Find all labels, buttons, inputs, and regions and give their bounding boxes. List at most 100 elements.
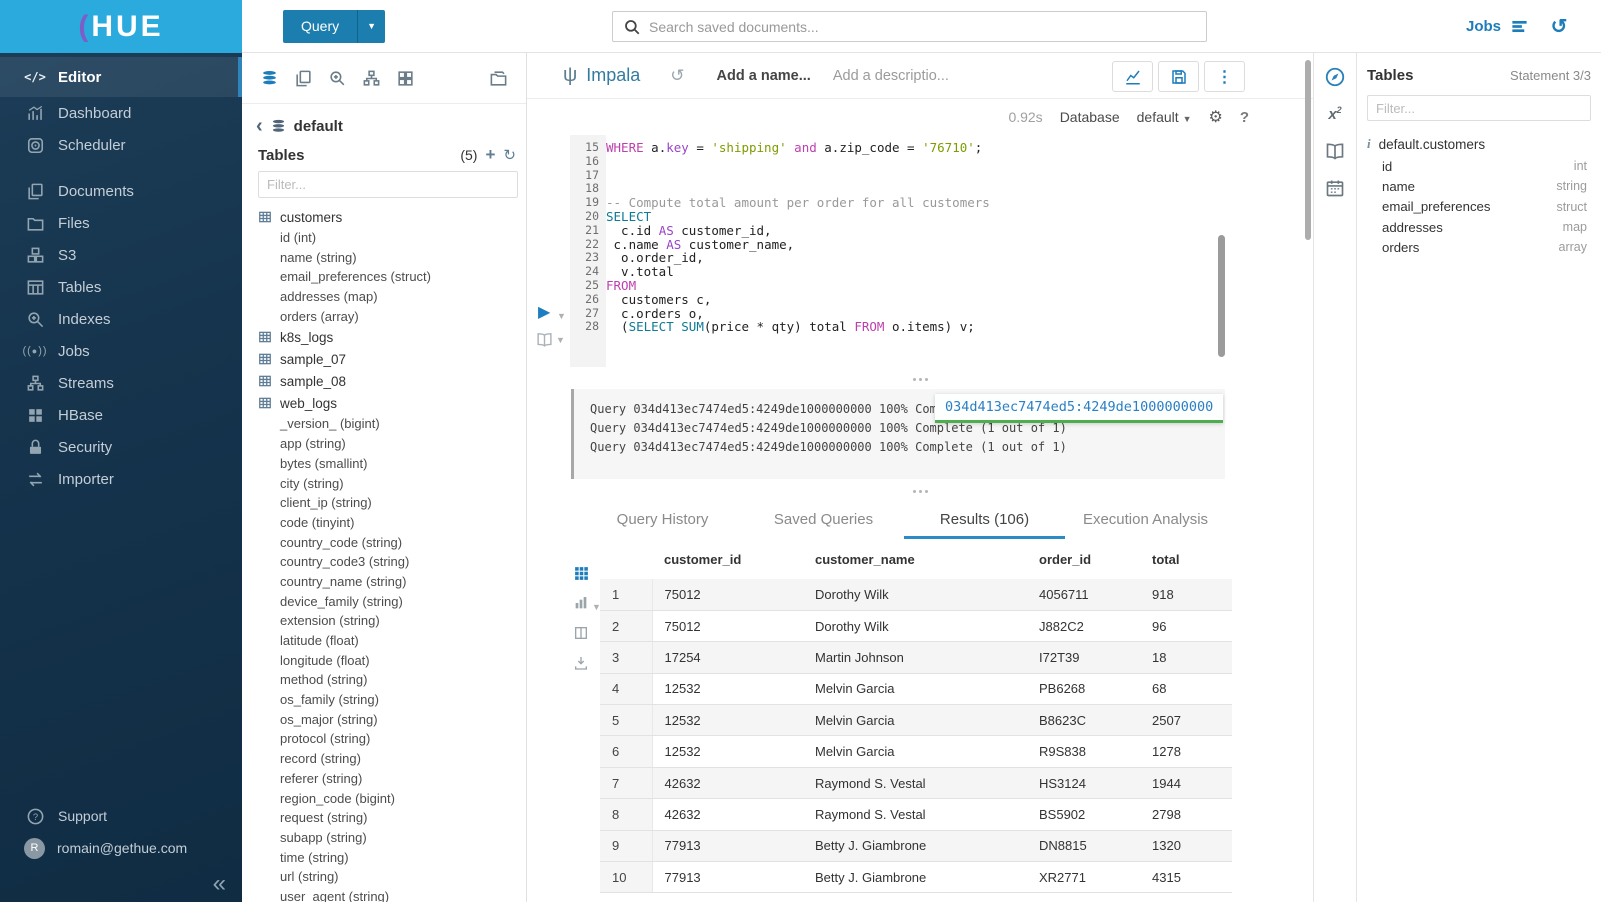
resize-handle[interactable] — [527, 481, 1313, 501]
assist-column[interactable]: longitude (float) — [258, 651, 522, 671]
docs-book-icon[interactable]: ▼ — [536, 331, 565, 348]
table-cell[interactable]: XR2771 — [1027, 862, 1140, 893]
query-id-popover[interactable]: 034d413ec7474ed5:4249de1000000000 — [935, 394, 1223, 423]
column-header-customer_id[interactable]: customer_id — [652, 539, 803, 579]
engine-selector[interactable]: ψ Impala — [563, 64, 640, 87]
table-cell[interactable]: R9S838 — [1027, 736, 1140, 767]
add-table-icon[interactable]: + — [485, 145, 495, 165]
table-cell[interactable]: 2798 — [1140, 799, 1232, 830]
table-cell[interactable]: Dorothy Wilk — [803, 579, 1027, 610]
sidebar-collapse-icon[interactable]: « — [213, 872, 226, 896]
assist-column[interactable]: url (string) — [258, 867, 522, 887]
assist-filter-input[interactable] — [258, 171, 518, 198]
tab-results-106-[interactable]: Results (106) — [904, 503, 1065, 539]
table-cell[interactable]: 77913 — [652, 862, 803, 893]
table-cell[interactable]: 4056711 — [1027, 579, 1140, 610]
sidebar-item-editor[interactable]: </>Editor — [0, 57, 242, 97]
assist-column[interactable]: addresses (map) — [258, 287, 522, 307]
column-header-order_id[interactable]: order_id — [1027, 539, 1140, 579]
sidebar-item-jobs[interactable]: ((●))Jobs — [0, 335, 242, 367]
assist-column[interactable]: subapp (string) — [258, 828, 522, 848]
compass-icon[interactable] — [1324, 66, 1346, 88]
assist-column[interactable]: protocol (string) — [258, 729, 522, 749]
table-row[interactable]: 512532Melvin GarciaB8623C2507 — [600, 705, 1232, 736]
calendar-icon[interactable] — [1324, 177, 1346, 199]
editor-help-icon[interactable]: ? — [1240, 109, 1249, 126]
execute-play-button[interactable]: ▶ — [538, 305, 550, 321]
table-cell[interactable]: Martin Johnson — [803, 642, 1027, 673]
grid-view-icon[interactable] — [573, 565, 590, 582]
query-history-icon[interactable]: ↺ — [1549, 17, 1569, 37]
refresh-icon[interactable]: ↻ — [503, 146, 516, 164]
assist-column[interactable]: id (int) — [258, 228, 522, 248]
right-panel-filter-input[interactable] — [1367, 95, 1591, 121]
column-header-total[interactable]: total — [1140, 539, 1232, 579]
assist-column[interactable]: request (string) — [258, 808, 522, 828]
sidebar-item-security[interactable]: Security — [0, 431, 242, 463]
assist-column[interactable]: country_code3 (string) — [258, 552, 522, 572]
zoom-in-icon[interactable] — [327, 68, 348, 89]
assist-column[interactable]: record (string) — [258, 749, 522, 769]
row-number[interactable]: 5 — [600, 705, 652, 736]
sidebar-item-dashboard[interactable]: Dashboard — [0, 97, 242, 129]
global-search[interactable] — [612, 11, 1207, 42]
row-number[interactable]: 7 — [600, 767, 652, 798]
resize-handle[interactable] — [527, 369, 1313, 389]
table-cell[interactable]: BS5902 — [1027, 799, 1140, 830]
new-query-button-label[interactable]: Query — [283, 10, 357, 43]
assist-column[interactable]: code (tinyint) — [258, 513, 522, 533]
assist-column[interactable]: method (string) — [258, 670, 522, 690]
more-actions-button[interactable]: ⋮ — [1204, 61, 1245, 92]
row-number[interactable]: 1 — [600, 579, 652, 610]
table-cell[interactable]: 18 — [1140, 642, 1232, 673]
chart-view-control[interactable]: ▼ — [573, 595, 601, 612]
row-number[interactable]: 2 — [600, 610, 652, 641]
sidebar-item-scheduler[interactable]: Scheduler — [0, 129, 242, 161]
table-cell[interactable]: B8623C — [1027, 705, 1140, 736]
sidebar-item-importer[interactable]: Importer — [0, 463, 242, 495]
assist-column[interactable]: region_code (bigint) — [258, 789, 522, 809]
table-row[interactable]: 977913Betty J. GiambroneDN88151320 — [600, 830, 1232, 861]
book-icon[interactable] — [1324, 140, 1346, 162]
assist-table-web_logs[interactable]: web_logs — [258, 392, 522, 414]
table-cell[interactable]: I72T39 — [1027, 642, 1140, 673]
assist-column[interactable]: os_major (string) — [258, 710, 522, 730]
table-cell[interactable]: 918 — [1140, 579, 1232, 610]
sidebar-item-s3[interactable]: S3 — [0, 239, 242, 271]
assist-column[interactable]: email_preferences (struct) — [258, 267, 522, 287]
row-number[interactable]: 4 — [600, 673, 652, 704]
table-cell[interactable]: 42632 — [652, 767, 803, 798]
sidebar-item-hbase[interactable]: HBase — [0, 399, 242, 431]
info-icon[interactable]: i — [1367, 136, 1371, 152]
table-cell[interactable]: 96 — [1140, 610, 1232, 641]
assist-table-k8s_logs[interactable]: k8s_logs — [258, 326, 522, 348]
editor-code[interactable]: WHERE a.key = 'shipping' and a.zip_code … — [606, 141, 1273, 334]
table-cell[interactable]: Betty J. Giambrone — [803, 830, 1027, 861]
row-number[interactable]: 8 — [600, 799, 652, 830]
query-name-field[interactable]: Add a name... — [717, 68, 811, 84]
table-cell[interactable]: Melvin Garcia — [803, 673, 1027, 704]
table-cell[interactable]: 2507 — [1140, 705, 1232, 736]
table-cell[interactable]: 75012 — [652, 610, 803, 641]
sitemap-icon[interactable] — [361, 68, 382, 89]
column-header-customer_name[interactable]: customer_name — [803, 539, 1027, 579]
sidebar-item-documents[interactable]: Documents — [0, 175, 242, 207]
database-dropdown[interactable]: default ▼ — [1137, 109, 1192, 125]
row-number[interactable]: 9 — [600, 830, 652, 861]
assist-column[interactable]: country_name (string) — [258, 572, 522, 592]
table-cell[interactable]: 1320 — [1140, 830, 1232, 861]
sidebar-item-files[interactable]: Files — [0, 207, 242, 239]
table-row[interactable]: 742632Raymond S. VestalHS31241944 — [600, 767, 1232, 798]
table-cell[interactable]: Dorothy Wilk — [803, 610, 1027, 641]
chevron-left-icon[interactable]: ‹ — [256, 116, 263, 136]
folder-documents-icon[interactable] — [488, 68, 509, 89]
results-table[interactable]: customer_idcustomer_nameorder_idtotal175… — [600, 539, 1232, 893]
table-cell[interactable]: 17254 — [652, 642, 803, 673]
database-icon[interactable] — [259, 68, 280, 89]
table-cell[interactable]: Raymond S. Vestal — [803, 767, 1027, 798]
table-cell[interactable]: Melvin Garcia — [803, 736, 1027, 767]
assist-column[interactable]: device_family (string) — [258, 592, 522, 612]
assist-column[interactable]: name (string) — [258, 248, 522, 268]
table-cell[interactable]: Melvin Garcia — [803, 705, 1027, 736]
search-input[interactable] — [649, 19, 1196, 35]
